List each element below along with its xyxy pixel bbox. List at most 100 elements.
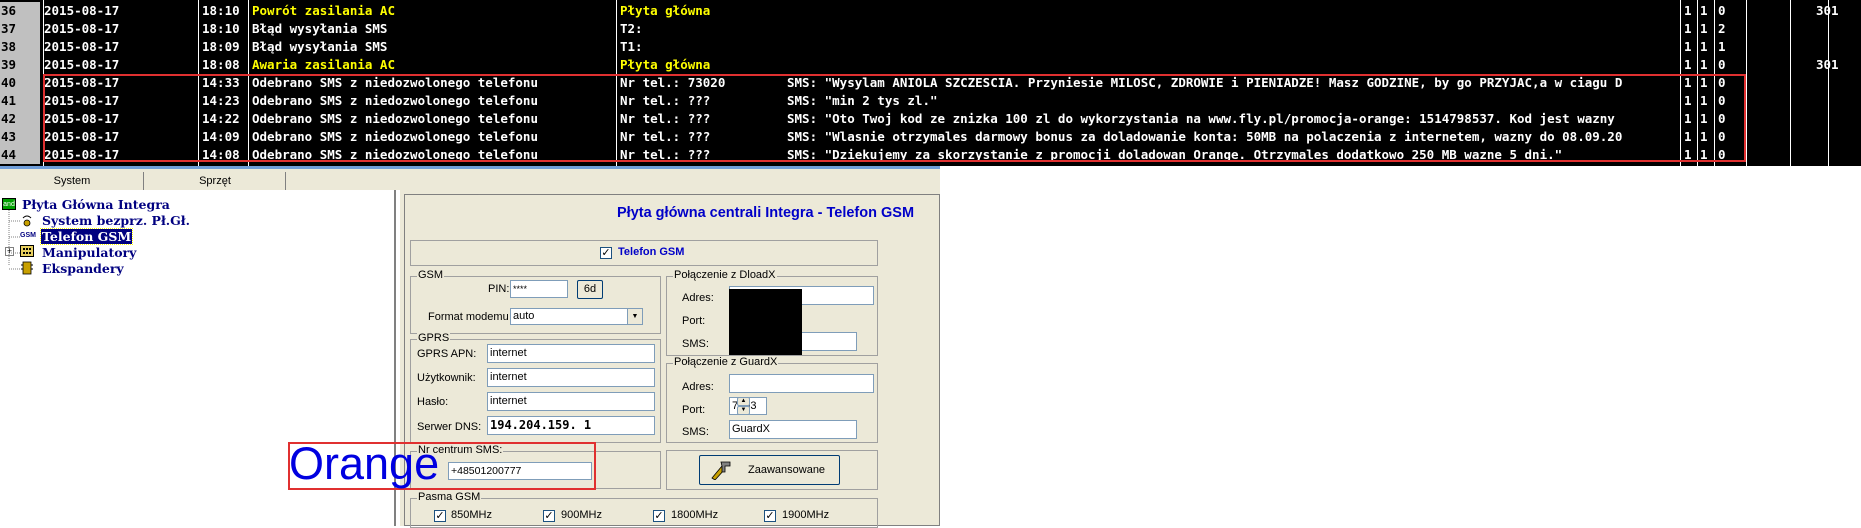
pin-button[interactable]: 6d	[577, 280, 603, 299]
guardx-sms-label: SMS:	[682, 426, 709, 438]
log-cell-time: 18:10	[202, 21, 240, 36]
tab-bar: System Sprzęt	[0, 166, 940, 190]
expand-plus-icon[interactable]: +	[5, 247, 14, 256]
log-cell-desc: Awaria zasilania AC	[252, 57, 395, 72]
band-1800-checkbox[interactable]: ✓	[653, 510, 665, 522]
log-cell-f2: 1	[1700, 57, 1708, 72]
log-cell-f3: 0	[1718, 57, 1726, 72]
band-900-checkbox[interactable]: ✓	[543, 510, 555, 522]
tab-divider	[285, 172, 286, 190]
gsm-icon: GSM	[20, 232, 36, 239]
dloadx-group-title: Połączenie z DloadX	[673, 269, 777, 281]
tree-item-gsm-phone[interactable]: Telefon GSM	[39, 228, 134, 245]
guardx-address-label: Adres:	[682, 381, 714, 393]
password-field[interactable]: internet	[487, 392, 655, 411]
port-spin-down-icon[interactable]: ▼	[737, 406, 750, 415]
guardx-address-field[interactable]	[729, 374, 874, 393]
tree-item-keypads[interactable]: Manipulatory	[42, 245, 136, 260]
advanced-button[interactable]: Zaawansowane	[699, 455, 840, 485]
log-column-divider	[1790, 0, 1791, 166]
log-cell-num: 39	[0, 56, 40, 74]
apn-field[interactable]: internet	[487, 344, 655, 363]
log-cell-f1: 1	[1684, 57, 1692, 72]
log-cell-f3: 2	[1718, 21, 1726, 36]
log-row[interactable]: 37 2015-08-17 18:10 Błąd wysyłania SMS T2: 1 1…	[0, 20, 1861, 38]
pin-field[interactable]: ****	[510, 280, 568, 298]
expander-icon	[20, 261, 34, 275]
log-cell-src: T1:	[620, 39, 643, 54]
log-cell-date: 2015-08-17	[44, 39, 120, 54]
log-cell-f1: 1	[1684, 3, 1692, 18]
redacted-area	[729, 289, 802, 355]
highlight-box-sms-rows	[43, 74, 1746, 162]
log-cell-f2: 1	[1700, 39, 1708, 54]
log-cell-num: 37	[0, 20, 40, 38]
log-cell-f3: 1	[1718, 39, 1726, 54]
gsm-enable-label: Telefon GSM	[618, 246, 685, 258]
log-cell-num: 43	[0, 128, 40, 146]
log-row[interactable]: 36 2015-08-17 18:10 Powrót zasilania AC Płyt…	[0, 2, 1861, 20]
log-row[interactable]: 38 2015-08-17 18:09 Błąd wysyłania SMS T1: 1 1…	[0, 38, 1861, 56]
log-cell-desc: Powrót zasilania AC	[252, 3, 395, 18]
user-field[interactable]: internet	[487, 368, 655, 387]
chevron-down-icon[interactable]: ▼	[627, 309, 642, 324]
tree-root-mainboard[interactable]: Płyta Główna Integra	[22, 197, 170, 212]
log-cell-desc: Błąd wysyłania SMS	[252, 39, 388, 54]
gsm-bands-title: Pasma GSM	[417, 491, 482, 503]
port-spin-up-icon[interactable]: ▲	[737, 397, 750, 406]
log-cell-time: 18:10	[202, 3, 240, 18]
apn-label: GPRS APN:	[417, 348, 477, 360]
band-1800-label: 1800MHz	[671, 509, 719, 521]
band-850-checkbox[interactable]: ✓	[434, 510, 446, 522]
keypad-icon	[20, 245, 34, 257]
dns-field[interactable]: 194.204.159. 1	[487, 416, 655, 435]
log-cell-time: 18:08	[202, 57, 240, 72]
log-cell-src: Płyta główna	[620, 57, 711, 72]
modem-format-select[interactable]: auto ▼	[510, 308, 643, 325]
log-cell-src: T2:	[620, 21, 643, 36]
guardx-port-label: Port:	[682, 404, 706, 416]
band-1900-checkbox[interactable]: ✓	[764, 510, 776, 522]
gsm-enable-checkbox[interactable]: ✓	[600, 247, 612, 259]
tab-divider	[143, 172, 144, 190]
log-cell-f3: 0	[1718, 3, 1726, 18]
log-column-divider	[1746, 0, 1747, 166]
dloadx-port-label: Port:	[682, 315, 706, 327]
log-cell-f1: 1	[1684, 21, 1692, 36]
modem-format-label: Format modemu :	[428, 311, 515, 323]
tools-icon	[710, 460, 732, 483]
annotation-orange: Orange	[289, 438, 440, 489]
user-label: Użytkownik:	[417, 372, 476, 384]
band-1900-label: 1900MHz	[782, 509, 830, 521]
modem-format-value: auto	[513, 310, 535, 322]
gprs-group-title: GPRS	[417, 332, 451, 344]
log-cell-date: 2015-08-17	[44, 21, 120, 36]
log-row[interactable]: 39 2015-08-17 18:08 Awaria zasilania AC Płyt…	[0, 56, 1861, 74]
log-cell-date: 2015-08-17	[44, 3, 120, 18]
guardx-group-title: Połączenie z GuardX	[673, 356, 779, 368]
log-cell-num: 38	[0, 38, 40, 56]
guardx-sms-field[interactable]: GuardX	[729, 420, 857, 439]
dloadx-sms-label: SMS:	[682, 338, 709, 350]
dns-label: Serwer DNS:	[417, 421, 482, 433]
log-cell-time: 18:09	[202, 39, 240, 54]
tree-item-expanders[interactable]: Ekspandery	[42, 261, 124, 276]
log-cell-num: 42	[0, 110, 40, 128]
tab-system[interactable]: System	[2, 172, 142, 190]
password-label: Hasło:	[417, 396, 449, 408]
log-column-divider	[1828, 0, 1829, 166]
log-cell-num: 40	[0, 74, 40, 92]
log-cell-num: 44	[0, 146, 40, 164]
gsm-group-title: GSM	[417, 269, 445, 281]
tree-item-wireless-system[interactable]: System bezprz. Pł.Gł.	[42, 213, 190, 228]
band-900-label: 900MHz	[561, 509, 602, 521]
log-cell-desc: Błąd wysyłania SMS	[252, 21, 388, 36]
log-cell-f2: 1	[1700, 21, 1708, 36]
log-cell-f1: 1	[1684, 39, 1692, 54]
event-log: 36 2015-08-17 18:10 Powrót zasilania AC Płyt…	[0, 0, 1861, 166]
page-title: Płyta główna centrali Integra - Telefon …	[617, 205, 915, 221]
pin-label: PIN:	[488, 283, 510, 295]
log-cell-num: 41	[0, 92, 40, 110]
tab-sprzet[interactable]: Sprzęt	[145, 172, 285, 190]
band-850-label: 850MHz	[451, 509, 492, 521]
